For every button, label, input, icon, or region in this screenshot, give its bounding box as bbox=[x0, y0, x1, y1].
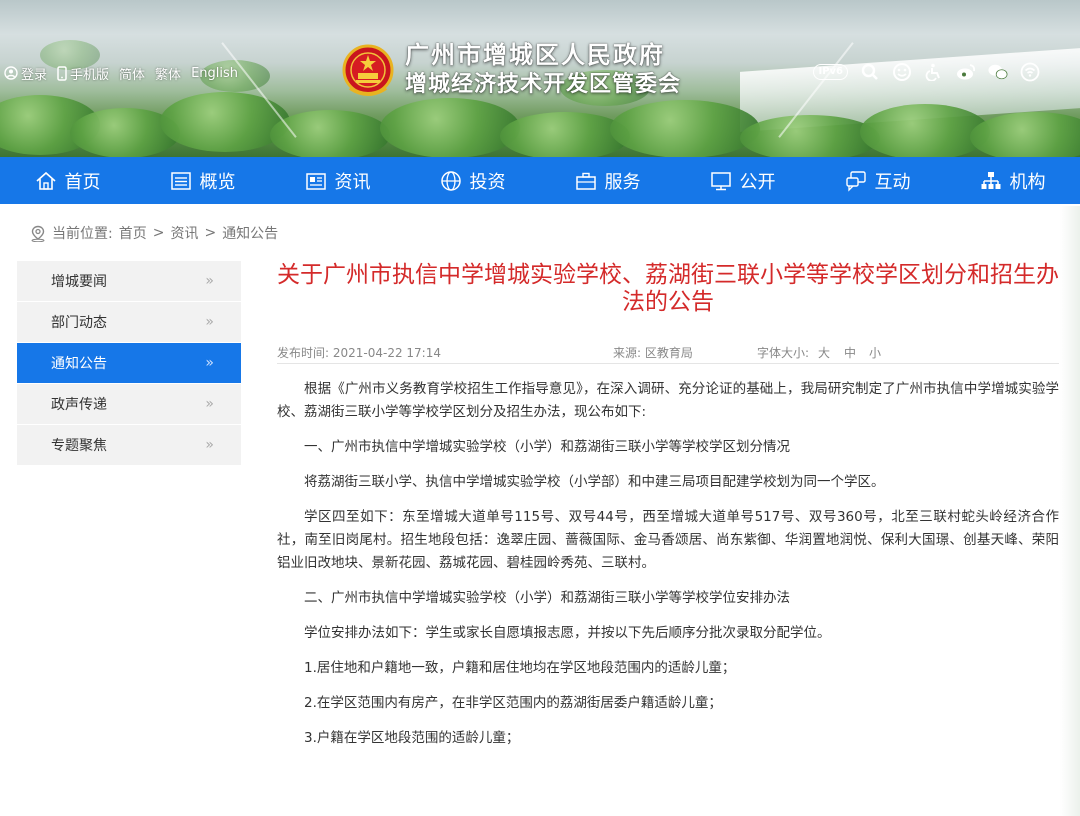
mobile-phone-icon bbox=[57, 65, 67, 81]
mobile-link[interactable]: 手机版 bbox=[57, 64, 109, 83]
article-meta: 发布时间: 2021-04-22 17:14 来源: 区教育局 字体大小: 大 … bbox=[277, 336, 1059, 364]
nav-item-investment[interactable]: 投资 bbox=[405, 157, 540, 204]
org-chart-icon bbox=[981, 171, 1000, 189]
wechat-icon[interactable] bbox=[988, 62, 1008, 82]
paragraph: 学区四至如下：东至增城大道单号115号、双号44号，西至增城大道单号517号、双… bbox=[277, 509, 1059, 571]
sidebar-item-key-news[interactable]: 增城要闻 » bbox=[17, 261, 241, 301]
paragraph: 根据《广州市义务教育学校招生工作指导意见》，在深入调研、充分论证的基础上，我局研… bbox=[277, 381, 1059, 420]
font-size-small[interactable]: 小 bbox=[869, 344, 881, 361]
login-link[interactable]: 登录 bbox=[4, 64, 47, 83]
briefcase-icon bbox=[575, 172, 596, 190]
section-heading: 二、广州市执信中学增城实验学校（小学）和荔湖街三联小学等学校学位安排办法 bbox=[304, 590, 790, 606]
document-icon bbox=[305, 172, 326, 190]
site-title-line1: 广州市增城区人民政府 bbox=[405, 41, 665, 69]
home-icon bbox=[35, 171, 56, 190]
breadcrumb-label: 当前位置: bbox=[52, 226, 113, 242]
nav-item-overview[interactable]: 概览 bbox=[135, 157, 270, 204]
chevron-right-icon: » bbox=[205, 314, 213, 330]
banner-leaf bbox=[610, 100, 760, 157]
banner-leaf bbox=[970, 112, 1080, 157]
sidebar-item-gov-voice[interactable]: 政声传递 » bbox=[17, 384, 241, 424]
ipv6-badge: IPv6 bbox=[813, 64, 848, 80]
nav-item-service[interactable]: 服务 bbox=[540, 157, 675, 204]
monitor-icon bbox=[710, 171, 731, 190]
font-size-medium[interactable]: 中 bbox=[844, 344, 856, 361]
paragraph: 将荔湖街三联小学、执信中学增城实验学校（小学部）和中建三局项目配建学校划为同一个… bbox=[304, 474, 885, 490]
breadcrumb: 当前位置: 首页 > 资讯 > 通知公告 bbox=[30, 223, 278, 243]
list-item: 1.居住地和户籍地一致，户籍和居住地均在学区地段范围内的适龄儿童； bbox=[304, 660, 736, 676]
top-links: 登录 手机版 简体 繁体 English bbox=[0, 62, 238, 84]
accessibility-icon[interactable] bbox=[924, 62, 944, 82]
banner-leaf bbox=[270, 110, 390, 157]
paragraph: 学位安排办法如下：学生或家长自愿填报志愿，并按以下先后顺序分批次录取分配学位。 bbox=[304, 625, 831, 641]
list-icon bbox=[170, 171, 191, 190]
wifi-icon[interactable] bbox=[1020, 62, 1040, 82]
breadcrumb-news[interactable]: 资讯 bbox=[170, 223, 198, 243]
sidebar-item-dept-news[interactable]: 部门动态 » bbox=[17, 302, 241, 342]
main-nav: 首页 概览 资讯 投资 服务 公开 互动 机构 bbox=[0, 157, 1080, 204]
banner-leaf bbox=[740, 115, 880, 157]
user-icon bbox=[4, 66, 18, 80]
nav-item-agencies[interactable]: 机构 bbox=[945, 157, 1080, 204]
nav-item-public[interactable]: 公开 bbox=[675, 157, 810, 204]
header-tools: IPv6 bbox=[813, 62, 1040, 82]
breadcrumb-separator: > bbox=[204, 225, 217, 241]
chevron-right-icon: » bbox=[205, 396, 213, 412]
simplified-link[interactable]: 简体 bbox=[119, 64, 145, 83]
chevron-right-icon: » bbox=[205, 355, 213, 371]
sidebar-item-notices[interactable]: 通知公告 » bbox=[17, 343, 241, 383]
smiley-icon[interactable] bbox=[892, 62, 912, 82]
breadcrumb-home[interactable]: 首页 bbox=[119, 223, 147, 243]
nav-item-home[interactable]: 首页 bbox=[0, 157, 135, 204]
publish-date: 发布时间: 2021-04-22 17:14 bbox=[277, 346, 441, 360]
site-title-line2: 增城经济技术开发区管委会 bbox=[405, 72, 682, 97]
section-heading: 一、广州市执信中学增城实验学校（小学）和荔湖街三联小学等学校学区划分情况 bbox=[304, 439, 790, 455]
banner-leaf bbox=[380, 98, 520, 157]
breadcrumb-separator: > bbox=[152, 225, 165, 241]
traditional-link[interactable]: 繁体 bbox=[155, 64, 181, 83]
site-title: 广州市增城区人民政府 增城经济技术开发区管委会 bbox=[405, 40, 681, 100]
article-title: 关于广州市执信中学增城实验学校、荔湖街三联小学等学校学区划分和招生办法的公告 bbox=[277, 262, 1059, 315]
sidebar: 增城要闻 » 部门动态 » 通知公告 » 政声传递 » 专题聚焦 » bbox=[17, 261, 241, 466]
nav-item-news[interactable]: 资讯 bbox=[270, 157, 405, 204]
list-item: 3.户籍在学区地段范围的适龄儿童； bbox=[304, 730, 520, 746]
page-edge-shadow bbox=[1060, 206, 1080, 816]
font-size-label: 字体大小: bbox=[757, 346, 810, 360]
breadcrumb-notices[interactable]: 通知公告 bbox=[222, 223, 278, 243]
national-emblem-icon bbox=[342, 44, 394, 96]
article: 关于广州市执信中学增城实验学校、荔湖街三联小学等学校学区划分和招生办法的公告 发… bbox=[277, 262, 1059, 762]
article-source: 来源: 区教育局 bbox=[613, 346, 693, 360]
weibo-icon[interactable] bbox=[956, 62, 976, 82]
globe-icon bbox=[440, 170, 461, 191]
article-body: 根据《广州市义务教育学校招生工作指导意见》，在深入调研、充分论证的基础上，我局研… bbox=[277, 378, 1059, 750]
chevron-right-icon: » bbox=[205, 273, 213, 289]
banner-leaf bbox=[860, 104, 990, 157]
chat-icon bbox=[845, 170, 866, 192]
banner-leaf bbox=[160, 92, 290, 152]
sidebar-item-topics[interactable]: 专题聚焦 » bbox=[17, 425, 241, 465]
list-item: 2.在学区范围内有房产，在非学区范围内的荔湖街居委户籍适龄儿童； bbox=[304, 695, 722, 711]
font-size-large[interactable]: 大 bbox=[818, 344, 830, 361]
chevron-right-icon: » bbox=[205, 437, 213, 453]
location-pin-icon bbox=[31, 225, 45, 242]
header-banner: 登录 手机版 简体 繁体 English 广州市增城区人民政府 增城经济技术开发… bbox=[0, 0, 1080, 157]
search-icon[interactable] bbox=[860, 62, 880, 82]
nav-item-interaction[interactable]: 互动 bbox=[810, 157, 945, 204]
english-link[interactable]: English bbox=[191, 66, 238, 81]
